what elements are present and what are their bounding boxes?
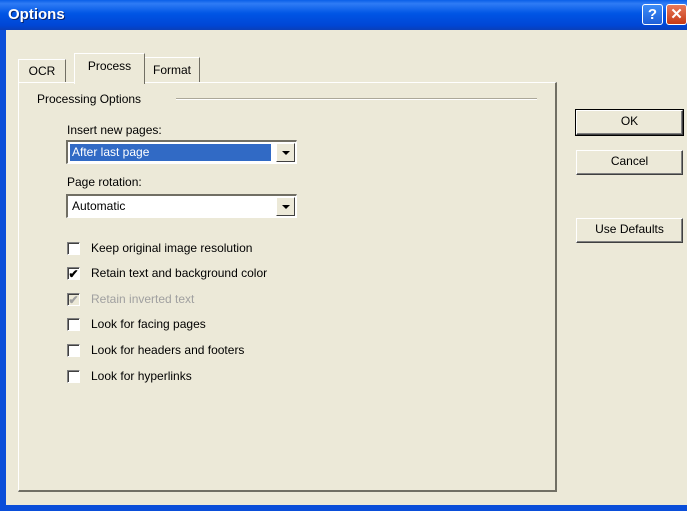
checkbox-box[interactable]: [67, 344, 80, 357]
group-divider: [176, 98, 537, 100]
checkbox-label: Retain inverted text: [91, 292, 195, 306]
checkbox-box[interactable]: [67, 370, 80, 383]
use-defaults-button[interactable]: Use Defaults: [576, 218, 683, 243]
insert-pages-select[interactable]: After last page: [66, 140, 297, 164]
window-frame-bottom: [0, 505, 687, 511]
insert-pages-value: After last page: [70, 144, 271, 161]
checkbox-label: Retain text and background color: [91, 266, 268, 280]
help-icon[interactable]: ?: [642, 4, 663, 25]
tab-process[interactable]: Process: [74, 53, 145, 84]
group-label: Processing Options: [37, 92, 146, 106]
checkbox-box[interactable]: [67, 318, 80, 331]
checkbox-label: Look for facing pages: [91, 317, 206, 331]
cancel-button[interactable]: Cancel: [576, 150, 683, 175]
page-rotation-value: Automatic: [72, 199, 126, 213]
chevron-down-icon[interactable]: [276, 197, 295, 216]
checkbox-label: Keep original image resolution: [91, 241, 253, 255]
insert-pages-label: Insert new pages:: [67, 123, 162, 137]
ok-button[interactable]: OK: [575, 109, 684, 136]
checkbox-label: Look for headers and footers: [91, 343, 245, 357]
close-icon[interactable]: ✕: [666, 4, 687, 25]
tab-format[interactable]: Format: [144, 57, 200, 82]
checkbox-box: ✔: [67, 293, 80, 307]
page-rotation-select[interactable]: Automatic: [66, 194, 297, 218]
page-rotation-label: Page rotation:: [67, 175, 142, 189]
window-frame-left: [0, 30, 6, 511]
window-title: Options: [8, 6, 65, 23]
title-bar: Options ? ✕: [0, 0, 687, 30]
checkbox-label: Look for hyperlinks: [91, 369, 192, 383]
tab-ocr[interactable]: OCR: [18, 59, 66, 82]
checkbox-box[interactable]: [67, 242, 80, 255]
checkbox-box[interactable]: ✔: [67, 267, 80, 280]
chevron-down-icon[interactable]: [276, 143, 295, 162]
